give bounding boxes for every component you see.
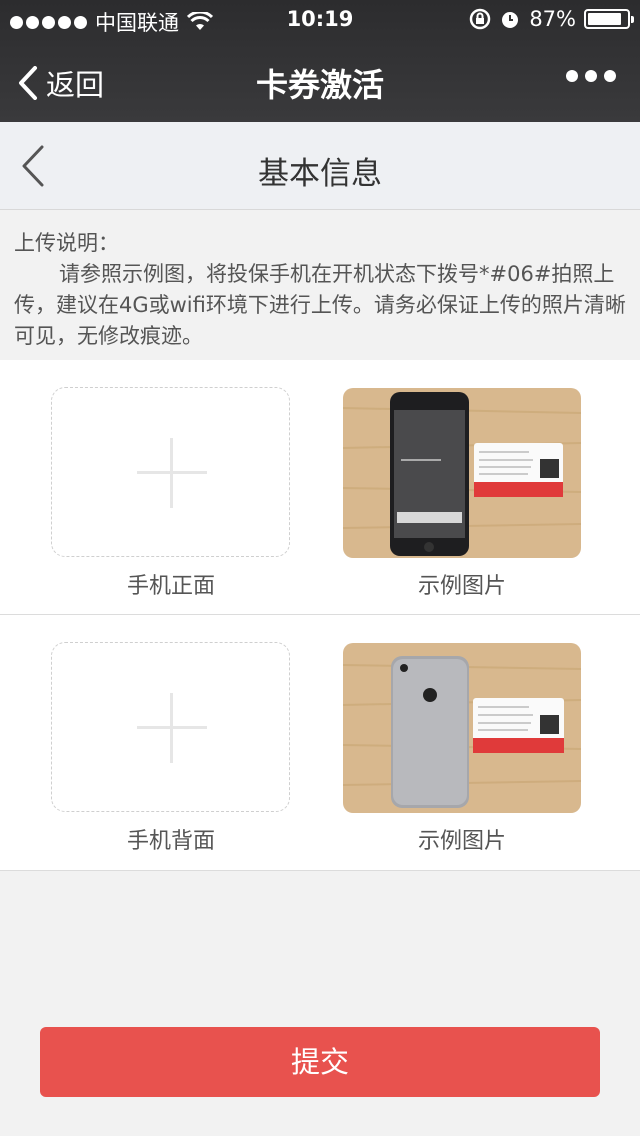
instructions-heading: 上传说明： bbox=[14, 231, 119, 255]
upload-front-label: 手机正面 bbox=[126, 574, 215, 599]
nav-bar: 返回 卡券激活 bbox=[0, 40, 640, 122]
submit-button[interactable]: 提交 bbox=[40, 1027, 600, 1097]
instructions-body: 请参照示例图，将投保手机在开机状态下拨号*#06#拍照上传，建议在4G或wifi… bbox=[14, 262, 626, 348]
status-right: 87% bbox=[469, 7, 634, 31]
upload-row-back: 手机背面 示例图片 bbox=[0, 615, 640, 871]
sample-back-label: 示例图片 bbox=[417, 829, 506, 854]
battery-percent: 87% bbox=[529, 7, 576, 31]
upload-row-front: 手机正面 示例图片 bbox=[0, 360, 640, 615]
upload-back-label: 手机背面 bbox=[126, 829, 215, 854]
sample-front-label: 示例图片 bbox=[417, 574, 506, 599]
more-icon[interactable] bbox=[566, 70, 616, 82]
battery-icon bbox=[584, 9, 634, 29]
sub-header: 基本信息 bbox=[0, 122, 640, 210]
rotation-lock-icon bbox=[470, 8, 491, 30]
sample-image-back[interactable] bbox=[343, 643, 581, 813]
alarm-icon bbox=[502, 12, 519, 28]
nav-title: 卡券激活 bbox=[255, 66, 384, 104]
upload-back-button[interactable] bbox=[51, 642, 290, 812]
upload-instructions: 上传说明： 请参照示例图，将投保手机在开机状态下拨号*#06#拍照上传，建议在4… bbox=[0, 210, 640, 360]
top-bar: 中国联通 10:19 87% 返回 卡券激活 bbox=[0, 0, 640, 122]
upload-front-button[interactable] bbox=[51, 387, 290, 557]
sample-image-front[interactable] bbox=[343, 388, 581, 558]
status-bar: 中国联通 10:19 87% bbox=[0, 0, 640, 40]
page-title: 基本信息 bbox=[258, 156, 382, 192]
